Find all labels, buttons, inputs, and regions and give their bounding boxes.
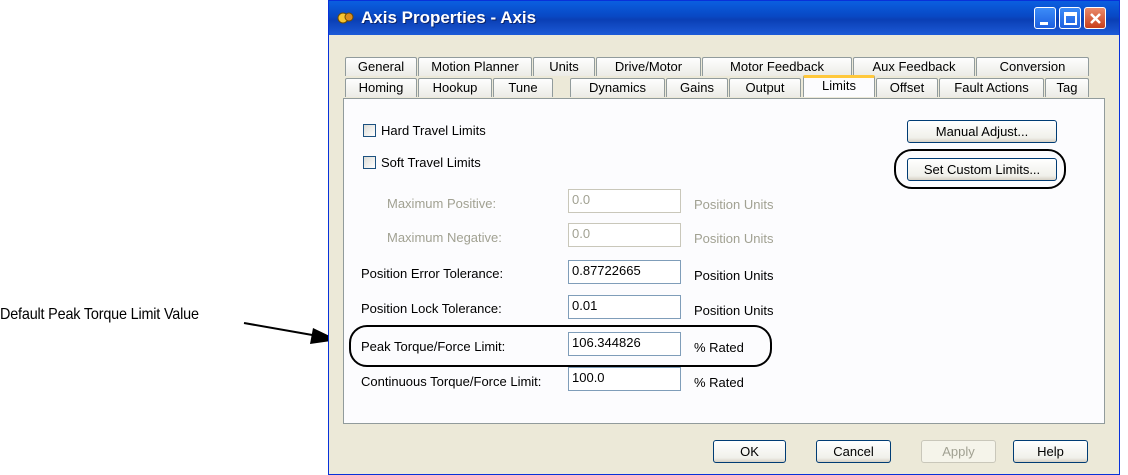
- soft-travel-label: Soft Travel Limits: [381, 155, 481, 170]
- tab-output[interactable]: Output: [729, 78, 801, 97]
- maximize-button[interactable]: [1059, 7, 1081, 29]
- ok-button[interactable]: OK: [713, 440, 786, 463]
- close-button[interactable]: [1084, 7, 1106, 29]
- cancel-button[interactable]: Cancel: [816, 440, 891, 463]
- tab-gains[interactable]: Gains: [666, 78, 728, 97]
- position-error-tolerance-field[interactable]: 0.87722665: [568, 260, 681, 284]
- tab-limits[interactable]: Limits: [803, 75, 875, 97]
- hard-travel-checkbox[interactable]: [363, 124, 376, 137]
- tab-homing[interactable]: Homing: [345, 78, 417, 97]
- tab-motor-feedback[interactable]: Motor Feedback: [702, 57, 852, 76]
- tab-units[interactable]: Units: [533, 57, 595, 76]
- tab-motion-planner[interactable]: Motion Planner: [418, 57, 532, 76]
- maximize-icon: [1064, 12, 1077, 25]
- set-custom-limits-highlight: [894, 149, 1066, 189]
- continuous-torque-field[interactable]: 100.0: [568, 367, 681, 391]
- max-negative-label: Maximum Negative:: [387, 230, 502, 245]
- continuous-torque-label: Continuous Torque/Force Limit:: [361, 374, 542, 389]
- callout-arrow: [243, 322, 338, 344]
- position-lock-tolerance-label: Position Lock Tolerance:: [361, 301, 502, 316]
- title-bar[interactable]: Axis Properties - Axis: [329, 1, 1119, 35]
- soft-travel-checkbox[interactable]: [363, 156, 376, 169]
- minimize-button[interactable]: [1034, 7, 1056, 29]
- tab-aux-feedback[interactable]: Aux Feedback: [853, 57, 975, 76]
- position-error-tolerance-label: Position Error Tolerance:: [361, 266, 504, 281]
- position-lock-tolerance-field[interactable]: 0.01: [568, 295, 681, 319]
- tab-hookup[interactable]: Hookup: [418, 78, 492, 97]
- max-negative-unit: Position Units: [694, 231, 774, 246]
- max-positive-field[interactable]: 0.0: [568, 189, 681, 213]
- axis-properties-dialog: Axis Properties - Axis General Motion Pl…: [328, 0, 1120, 475]
- tab-fault-actions[interactable]: Fault Actions: [939, 78, 1044, 97]
- tab-drive-motor[interactable]: Drive/Motor: [596, 57, 701, 76]
- help-button[interactable]: Help: [1013, 440, 1088, 463]
- max-positive-unit: Position Units: [694, 197, 774, 212]
- minimize-icon: [1040, 22, 1048, 25]
- close-icon: [1090, 13, 1101, 24]
- manual-adjust-button[interactable]: Manual Adjust...: [907, 120, 1057, 143]
- position-lock-tolerance-unit: Position Units: [694, 303, 774, 318]
- tab-tag[interactable]: Tag: [1045, 78, 1089, 97]
- tab-general[interactable]: General: [345, 57, 417, 76]
- tab-conversion[interactable]: Conversion: [976, 57, 1089, 76]
- continuous-torque-unit: % Rated: [694, 375, 744, 390]
- tab-tune[interactable]: Tune: [493, 78, 553, 97]
- tab-offset[interactable]: Offset: [876, 78, 938, 97]
- max-positive-label: Maximum Positive:: [387, 196, 497, 211]
- tab-dynamics[interactable]: Dynamics: [570, 78, 665, 97]
- hard-travel-label: Hard Travel Limits: [381, 123, 486, 138]
- max-negative-field[interactable]: 0.0: [568, 223, 681, 247]
- position-error-tolerance-unit: Position Units: [694, 268, 774, 283]
- window-title: Axis Properties - Axis: [361, 8, 537, 27]
- apply-button[interactable]: Apply: [921, 440, 996, 463]
- app-icon: [337, 12, 354, 24]
- peak-torque-highlight: [349, 325, 772, 367]
